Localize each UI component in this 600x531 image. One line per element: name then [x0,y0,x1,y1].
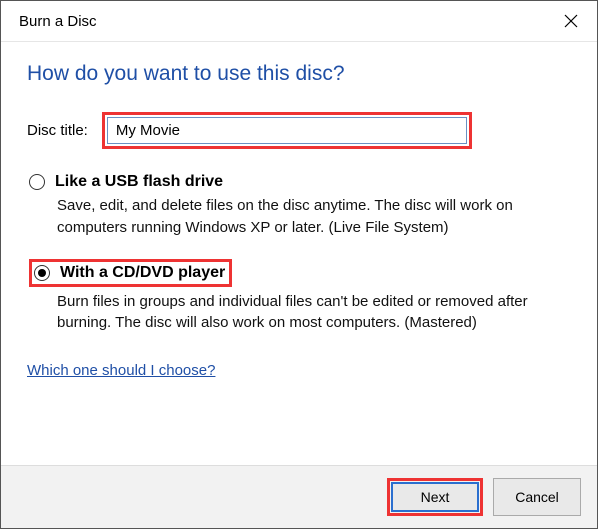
option-usb: Like a USB flash drive Save, edit, and d… [27,173,571,239]
help-link[interactable]: Which one should I choose? [27,362,215,379]
close-icon [564,14,578,28]
disc-title-label: Disc title: [27,122,88,139]
dialog-footer: Next Cancel [1,465,597,528]
dialog-content: How do you want to use this disc? Disc t… [1,42,597,380]
option-cddvd-desc: Burn files in groups and individual file… [57,291,571,335]
option-usb-desc: Save, edit, and delete files on the disc… [57,195,571,239]
next-button-highlight: Next [387,478,483,516]
dialog-heading: How do you want to use this disc? [27,62,571,86]
burn-disc-dialog: Burn a Disc How do you want to use this … [0,0,598,529]
radio-usb[interactable] [29,174,45,190]
option-cddvd-header[interactable]: With a CD/DVD player [34,264,225,282]
option-usb-title: Like a USB flash drive [55,173,223,191]
window-title: Burn a Disc [19,13,97,30]
option-usb-header[interactable]: Like a USB flash drive [29,173,571,191]
close-button[interactable] [559,9,583,33]
disc-title-highlight [102,112,472,149]
disc-title-row: Disc title: [27,112,571,149]
option-cddvd-highlight: With a CD/DVD player [29,259,232,287]
option-cddvd: With a CD/DVD player Burn files in group… [27,259,571,335]
titlebar: Burn a Disc [1,1,597,42]
next-button[interactable]: Next [391,482,479,512]
cancel-button[interactable]: Cancel [493,478,581,516]
disc-title-input[interactable] [107,117,467,144]
option-cddvd-title: With a CD/DVD player [60,264,225,282]
radio-cddvd[interactable] [34,265,50,281]
